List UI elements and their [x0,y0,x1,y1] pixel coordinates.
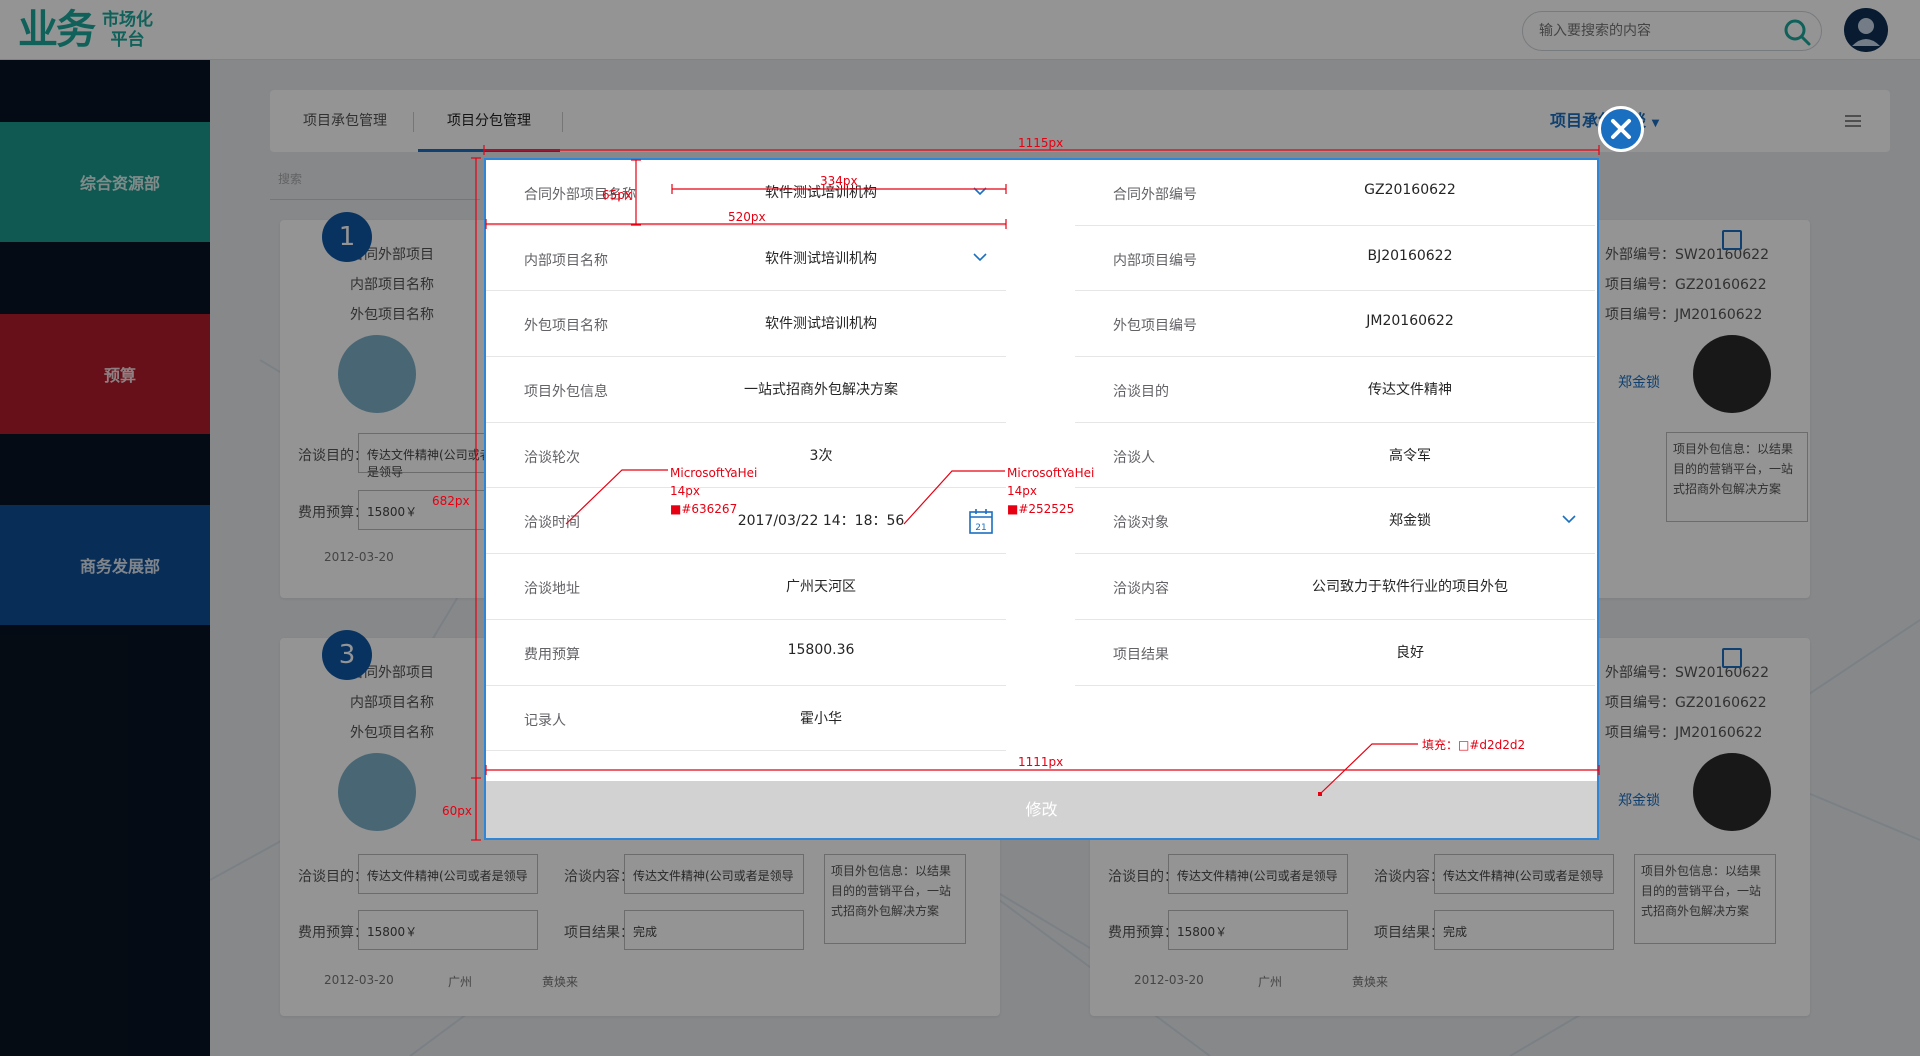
row-value: GZ20160622 [1364,182,1456,198]
modal-row[interactable]: 洽谈对象 郑金锁 [1075,488,1595,555]
row-value: 软件测试培训机构 [765,250,877,267]
row-label: 洽谈人 [1113,449,1155,466]
row-label: 洽谈内容 [1113,581,1169,598]
modal-row[interactable]: 费用预算 15800.36 [486,620,1006,686]
row-value: 3次 [809,447,833,464]
row-value: 高令军 [1389,447,1431,464]
modal-row[interactable]: 洽谈地址 广州天河区 [486,554,1006,620]
row-label: 合同外部编号 [1113,187,1197,203]
row-label: 洽谈对象 [1113,515,1169,532]
modal-row[interactable]: 洽谈人 高令军 [1075,423,1595,489]
annotation-line: MicrosoftYaHei [1007,466,1095,480]
modal-row[interactable]: 项目外包信息 一站式招商外包解决方案 [486,357,1006,423]
chevron-down-icon[interactable] [1562,514,1576,524]
annotation-modal-height: 682px [432,494,470,508]
annotation-line: MicrosoftYaHei [670,466,758,480]
row-label: 内部项目编号 [1113,252,1197,269]
modal-row[interactable]: 洽谈内容 公司致力于软件行业的项目外包 [1075,554,1595,620]
annotation-line: ■#252525 [1007,502,1075,516]
annotation-label-font: MicrosoftYaHei 14px ■#636267 [670,464,757,518]
annotation-column-width: 520px [728,210,766,224]
row-value: 一站式招商外包解决方案 [744,382,898,399]
calendar-icon[interactable]: 21 [969,508,993,535]
modal-row[interactable]: 记录人 霍小华 [486,686,1006,752]
close-icon [1611,119,1631,139]
annotation-row-height: 65px [602,188,632,202]
modal-row[interactable]: 内部项目名称 软件测试培训机构 [486,226,1006,292]
modal-right-column: 合同外部编号 GZ20160622 内部项目编号 BJ20160622 外包项目… [1075,160,1595,686]
modal-row[interactable]: 合同外部编号 GZ20160622 [1075,160,1595,226]
close-modal-button[interactable] [1598,106,1644,152]
modal-row[interactable]: 项目结果 良好 [1075,620,1595,686]
modal-row[interactable]: 洽谈目的 传达文件精神 [1075,357,1595,423]
row-label: 洽谈时间 [524,515,580,532]
annotation-field-width: 334px [820,174,858,188]
row-value: 霍小华 [800,710,842,727]
row-value: 良好 [1396,644,1424,661]
chevron-down-icon[interactable] [973,252,987,262]
modal-row[interactable]: 外包项目名称 软件测试培训机构 [486,291,1006,358]
row-label: 项目结果 [1113,646,1169,663]
row-value: 软件测试培训机构 [765,316,877,333]
row-value: 公司致力于软件行业的项目外包 [1312,579,1508,596]
row-value: 15800.36 [787,641,855,658]
row-label: 记录人 [524,712,566,729]
row-label: 外包项目编号 [1113,318,1197,335]
modal-left-column: 合同外部项目名称 软件测试培训机构 内部项目名称 软件测试培训机构 外包项目名称… [486,160,1006,752]
annotation-line: 14px [670,484,700,498]
row-label: 洽谈轮次 [524,449,580,466]
modal-row[interactable]: 外包项目编号 JM20160622 [1075,291,1595,358]
annotation-line: 14px [1007,484,1037,498]
row-label: 内部项目名称 [524,252,608,269]
row-label: 洽谈目的 [1113,384,1169,401]
row-value: JM20160622 [1366,313,1454,330]
row-label: 外包项目名称 [524,318,608,335]
row-label: 项目外包信息 [524,384,608,401]
row-label: 费用预算 [524,646,580,663]
row-value: BJ20160622 [1367,247,1453,264]
annotation-value-font: MicrosoftYaHei 14px ■#252525 [1007,464,1094,518]
svg-text:21: 21 [975,523,986,533]
modify-button[interactable]: 修改 [486,781,1597,838]
row-label: 洽谈地址 [524,581,580,598]
annotation-line: ■#636267 [670,502,738,516]
annotation-button-height: 60px [442,804,472,818]
annotation-total-width: 1115px [1018,136,1064,150]
modal-row[interactable]: 内部项目编号 BJ20160622 [1075,226,1595,292]
annotation-inner-width: 1111px [1018,755,1064,769]
row-value: 郑金锁 [1389,513,1431,530]
annotation-fill-color: 填充：□#d2d2d2 [1422,738,1526,752]
row-value: 传达文件精神 [1368,382,1452,399]
row-value: 广州天河区 [786,579,856,596]
chevron-down-icon[interactable] [973,186,987,196]
